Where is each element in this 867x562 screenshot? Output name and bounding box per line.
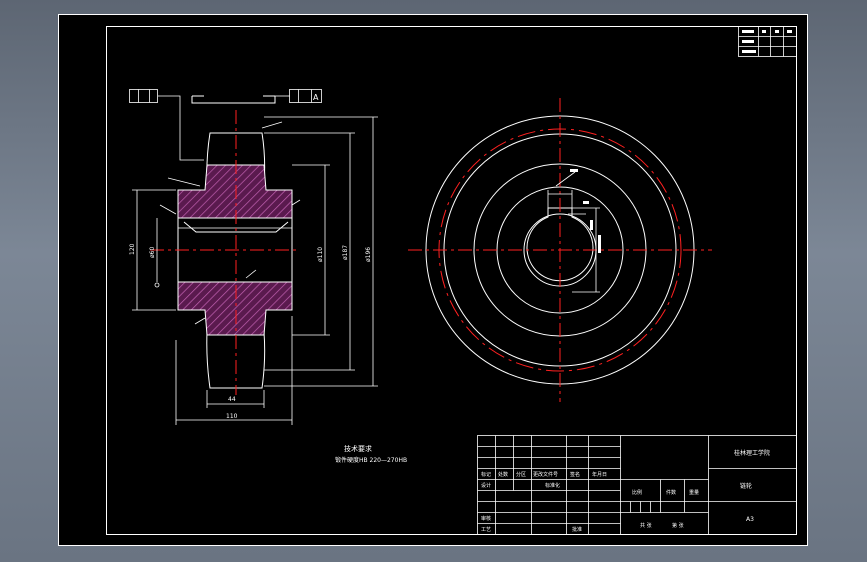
tb-row-doc: 更改文件号 [533,471,558,478]
dim-left-dia: 120 [129,243,136,255]
tb-row-count: 处数 [498,471,508,478]
tb-row-std: 标准化 [545,482,560,489]
dim-face: 44 [228,396,236,403]
tb-sheet-num: 第 张 [672,522,684,529]
drawing-sheet [58,14,808,546]
notes-title: 技术要求 [344,444,372,453]
dim-outer: ø196 [365,247,372,262]
dim-width: 110 [226,413,238,420]
tb-drawing-no: A3 [746,516,754,523]
tb-row-review: 审核 [481,515,491,522]
dim-root: ø187 [342,245,349,260]
tb-qty-label: 件数 [666,489,676,496]
notes-line1: 锻件硬度HB 220—270HB [335,456,407,464]
cad-drawing-canvas: A 110 44 120 ø60 ø110 ø187 ø196 技术要求 锻件硬… [58,14,808,546]
tb-row-date: 年月日 [592,471,607,478]
dim-bore: ø60 [149,247,156,258]
tb-row-approve: 批准 [572,526,582,533]
dim-hub: ø110 [317,247,324,262]
tb-part-name: 链轮 [740,482,752,490]
tb-scale-label: 比例 [632,489,642,496]
tb-row-process: 工艺 [481,527,491,533]
tb-row-zone: 分区 [516,471,526,478]
tb-row-sign: 签名 [570,471,580,478]
tb-row-mark: 标记 [481,471,491,478]
tb-weight-label: 重量 [689,489,699,496]
datum-label: A [313,93,319,102]
tb-row-design: 设计 [481,482,491,489]
tb-school: 桂林理工学院 [734,449,770,457]
tb-sheet-label: 共 张 [640,522,652,529]
